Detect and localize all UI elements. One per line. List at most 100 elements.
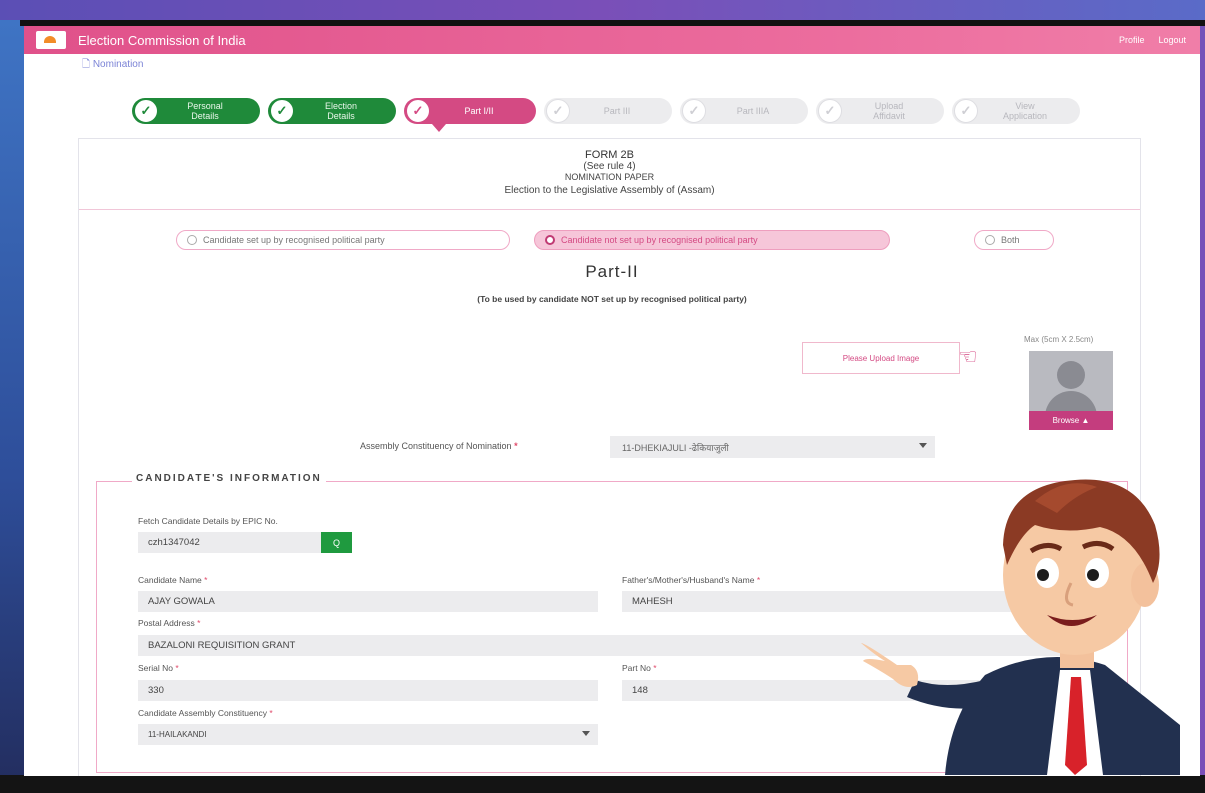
candidate-ac-value: 11-HAILAKANDI (148, 730, 207, 739)
assembly-label: Assembly Constituency of Nomination * (360, 441, 518, 451)
radio-label: Candidate set up by recognised political… (203, 235, 385, 245)
serial-no-label: Serial No * (138, 663, 179, 673)
chevron-down-icon (582, 731, 590, 736)
candidate-info-legend: CANDIDATE'S INFORMATION (132, 473, 326, 484)
assembly-label-text: Assembly Constituency of Nomination (360, 441, 512, 451)
part-no-value: 148 (632, 685, 648, 696)
step-label: Part III (603, 106, 631, 116)
part-title: Part-II (585, 262, 639, 281)
part-no-label: Part No * (622, 663, 657, 673)
relative-name-label: Father's/Mother's/Husband's Name * (622, 575, 760, 585)
profile-link[interactable]: Profile (1119, 35, 1145, 45)
mascot-arm (907, 680, 995, 709)
mascot-pupil-right (1087, 569, 1099, 581)
radio-recognised-party[interactable]: Candidate set up by recognised political… (176, 230, 510, 250)
pointing-hand-icon: ☜ (958, 344, 978, 369)
step-label: Personal Details (187, 101, 223, 121)
assembly-select[interactable]: 11-DHEKIAJULI -ढेकियाजुली (610, 436, 935, 458)
candidate-ac-select[interactable]: 11-HAILAKANDI (138, 724, 598, 745)
relative-name-value: MAHESH (632, 596, 673, 607)
breadcrumb[interactable]: 🗋 Nomination (82, 57, 143, 74)
mascot-hand (861, 643, 919, 687)
required-mark: * (204, 575, 208, 585)
radio-label: Candidate not set up by recognised polit… (561, 235, 758, 245)
search-icon: Q (332, 537, 340, 548)
breadcrumb-label: Nomination (92, 59, 144, 70)
part-subtitle: (To be used by candidate NOT set up by r… (477, 294, 747, 304)
check-icon: ✓ (954, 99, 978, 123)
required-mark: * (756, 575, 761, 585)
check-icon: ✓ (270, 99, 294, 123)
fetch-search-button[interactable]: Q (321, 532, 352, 553)
candidate-ac-label: Candidate Assembly Constituency * (138, 708, 273, 718)
check-icon: ✓ (546, 99, 570, 123)
fetch-label: Fetch Candidate Details by EPIC No. (138, 516, 278, 526)
step-part-1-2[interactable]: ✓ Part I/II (404, 98, 536, 124)
check-icon: ✓ (406, 99, 430, 123)
radio-label: Both (1001, 235, 1020, 245)
candidate-name-value: AJAY GOWALA (148, 596, 215, 607)
outer-frame-bottom (0, 775, 1205, 793)
mascot-pupil-left (1037, 569, 1049, 581)
form-election: Election to the Legislative Assembly of … (504, 185, 715, 196)
app-title: Election Commission of India (78, 32, 246, 48)
step-part-3[interactable]: ✓ Part III (544, 98, 672, 124)
step-label: Upload Affidavit (873, 101, 905, 121)
photo-placeholder (1029, 351, 1113, 411)
form-paper: NOMINATION PAPER (564, 172, 655, 182)
avatar-head (1057, 361, 1085, 389)
presenter-mascot-illustration (861, 479, 1180, 775)
required-mark: * (175, 663, 179, 673)
serial-no-value: 330 (148, 685, 164, 696)
check-icon: ✓ (818, 99, 842, 123)
top-bar: Election Commission of India Profile Log… (24, 26, 1200, 54)
radio-icon (985, 235, 995, 245)
check-icon: ✓ (682, 99, 706, 123)
chevron-down-icon (919, 443, 927, 448)
step-election-details[interactable]: ✓ Election Details (268, 98, 396, 124)
required-mark: * (269, 708, 273, 718)
step-label: View Application (1002, 101, 1048, 121)
candidate-name-field[interactable]: AJAY GOWALA (138, 591, 598, 612)
step-label: Part I/II (464, 106, 494, 116)
required-mark: * (653, 663, 657, 673)
browse-label: Browse (1052, 416, 1080, 425)
avatar-body (1045, 391, 1097, 411)
part-no-label-text: Part No (622, 663, 651, 673)
candidate-name-label-text: Candidate Name (138, 575, 202, 585)
step-upload-affidavit[interactable]: ✓ Upload Affidavit (816, 98, 944, 124)
top-links: Profile Logout (1119, 35, 1186, 45)
assembly-select-value: 11-DHEKIAJULI -ढेकियाजुली (622, 442, 729, 453)
serial-no-label-text: Serial No (138, 663, 173, 673)
check-icon: ✓ (134, 99, 158, 123)
required-mark: * (197, 618, 201, 628)
upload-image-hint: Please Upload Image (802, 342, 960, 374)
photo-size-note: Max (5cm X 2.5cm) (1024, 335, 1094, 344)
postal-address-label: Postal Address * (138, 618, 200, 628)
candidate-name-label: Candidate Name * (138, 575, 207, 585)
epic-input-value: czh1347042 (148, 537, 200, 548)
active-step-pointer (432, 124, 446, 132)
step-part-3a[interactable]: ✓ Part IIIA (680, 98, 808, 124)
radio-icon (187, 235, 197, 245)
step-label: Election Details (324, 101, 358, 121)
step-view-application[interactable]: ✓ View Application (952, 98, 1080, 124)
form-title: FORM 2B (585, 149, 634, 161)
browse-button[interactable]: Browse ▲ (1029, 411, 1113, 430)
postal-address-label-text: Postal Address (138, 618, 195, 628)
step-personal-details[interactable]: ✓ Personal Details (132, 98, 260, 124)
step-label: Part IIIA (736, 106, 770, 116)
radio-not-recognised-party[interactable]: Candidate not set up by recognised polit… (534, 230, 890, 250)
serial-no-field[interactable]: 330 (138, 680, 598, 701)
upload-icon: ▲ (1079, 416, 1090, 425)
form-rule: (See rule 4) (583, 161, 636, 172)
radio-both[interactable]: Both (974, 230, 1054, 250)
form-header: FORM 2B (See rule 4) NOMINATION PAPER El… (79, 139, 1140, 210)
eci-logo (36, 31, 66, 49)
outer-frame-left (0, 20, 24, 780)
postal-address-value: BAZALONI REQUISITION GRANT (148, 640, 296, 651)
logout-link[interactable]: Logout (1158, 35, 1186, 45)
radio-icon (545, 235, 555, 245)
outer-frame-top (0, 0, 1205, 22)
epic-input[interactable]: czh1347042 (138, 532, 321, 553)
